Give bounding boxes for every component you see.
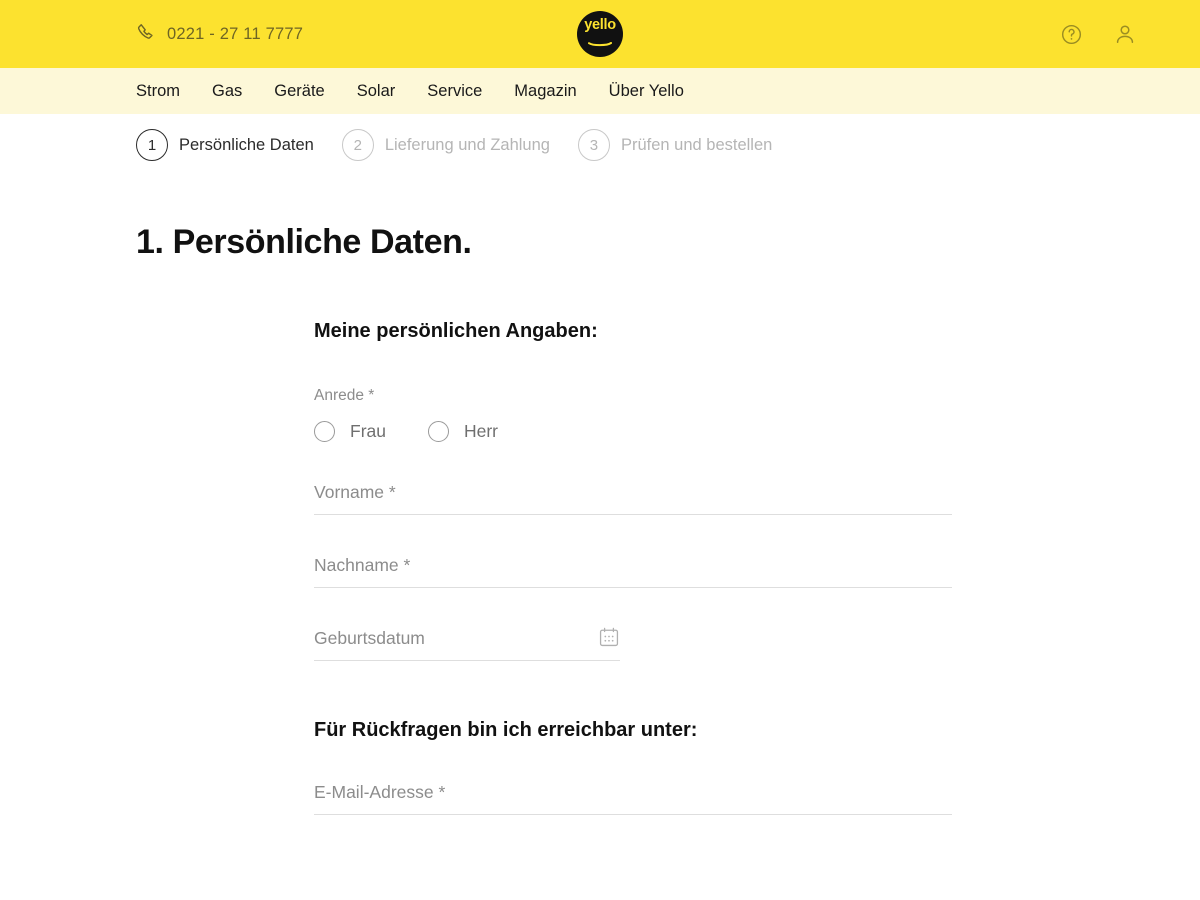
checkout-stepper: 1 Persönliche Daten 2 Lieferung und Zahl… — [0, 129, 1200, 161]
phone-icon — [136, 22, 155, 46]
nav-item-solar[interactable]: Solar — [357, 82, 396, 101]
calendar-icon[interactable] — [598, 626, 620, 653]
salutation-radio-group: Frau Herr — [314, 421, 1200, 442]
phone-contact[interactable]: 0221 - 27 11 7777 — [136, 22, 303, 46]
topbar-actions — [1058, 0, 1138, 68]
radio-mark-frau[interactable] — [314, 421, 335, 442]
nav-item-magazin[interactable]: Magazin — [514, 82, 576, 101]
logo-swoosh-icon — [588, 34, 612, 52]
step-3-pruefen-und-bestellen[interactable]: 3 Prüfen und bestellen — [577, 129, 773, 161]
user-icon[interactable] — [1112, 21, 1138, 47]
radio-label-frau: Frau — [350, 421, 386, 441]
firstname-input[interactable] — [314, 482, 952, 503]
step-1-label: Persönliche Daten — [179, 135, 314, 154]
nav-item-gas[interactable]: Gas — [212, 82, 242, 101]
logo-text: yello — [584, 17, 616, 34]
email-field — [314, 782, 952, 815]
yello-logo[interactable]: yello — [577, 11, 623, 57]
section-title-contact: Für Rückfragen bin ich erreichbar unter: — [314, 719, 698, 741]
step-1-number: 1 — [136, 129, 168, 161]
firstname-field — [314, 482, 952, 515]
lastname-field — [314, 555, 952, 588]
help-circle-icon[interactable] — [1058, 21, 1084, 47]
email-input[interactable] — [314, 782, 952, 803]
step-2-number: 2 — [341, 129, 374, 161]
page-title: 1. Persönliche Daten. — [136, 223, 472, 261]
step-2-lieferung-und-zahlung[interactable]: 2 Lieferung und Zahlung — [341, 129, 550, 161]
nav-item-geraete[interactable]: Geräte — [274, 82, 324, 101]
personal-data-form: Meine persönlichen Angaben: Anrede * Fra… — [0, 320, 1200, 815]
section-title-personal: Meine persönlichen Angaben: — [314, 320, 598, 342]
step-1-persoenliche-daten[interactable]: 1 Persönliche Daten — [136, 129, 314, 161]
radio-option-herr[interactable]: Herr — [427, 421, 499, 442]
radio-mark-herr[interactable] — [427, 421, 449, 442]
salutation-label: Anrede * — [314, 387, 375, 404]
birthdate-field — [314, 626, 620, 661]
phone-number: 0221 - 27 11 7777 — [167, 24, 304, 43]
lastname-input[interactable] — [314, 555, 952, 576]
radio-option-frau[interactable]: Frau — [314, 421, 386, 442]
nav-item-ueber-yello[interactable]: Über Yello — [609, 82, 684, 101]
step-2-label: Lieferung und Zahlung — [384, 135, 550, 154]
birthdate-input[interactable] — [314, 628, 620, 649]
nav-item-strom[interactable]: Strom — [136, 82, 180, 101]
top-bar: 0221 - 27 11 7777 yello — [0, 0, 1200, 68]
step-3-number: 3 — [577, 129, 610, 161]
radio-label-herr: Herr — [463, 421, 499, 441]
main-navigation: Strom Gas Geräte Solar Service Magazin Ü… — [0, 68, 1200, 114]
step-3-label: Prüfen und bestellen — [620, 135, 773, 154]
nav-item-service[interactable]: Service — [427, 82, 482, 101]
